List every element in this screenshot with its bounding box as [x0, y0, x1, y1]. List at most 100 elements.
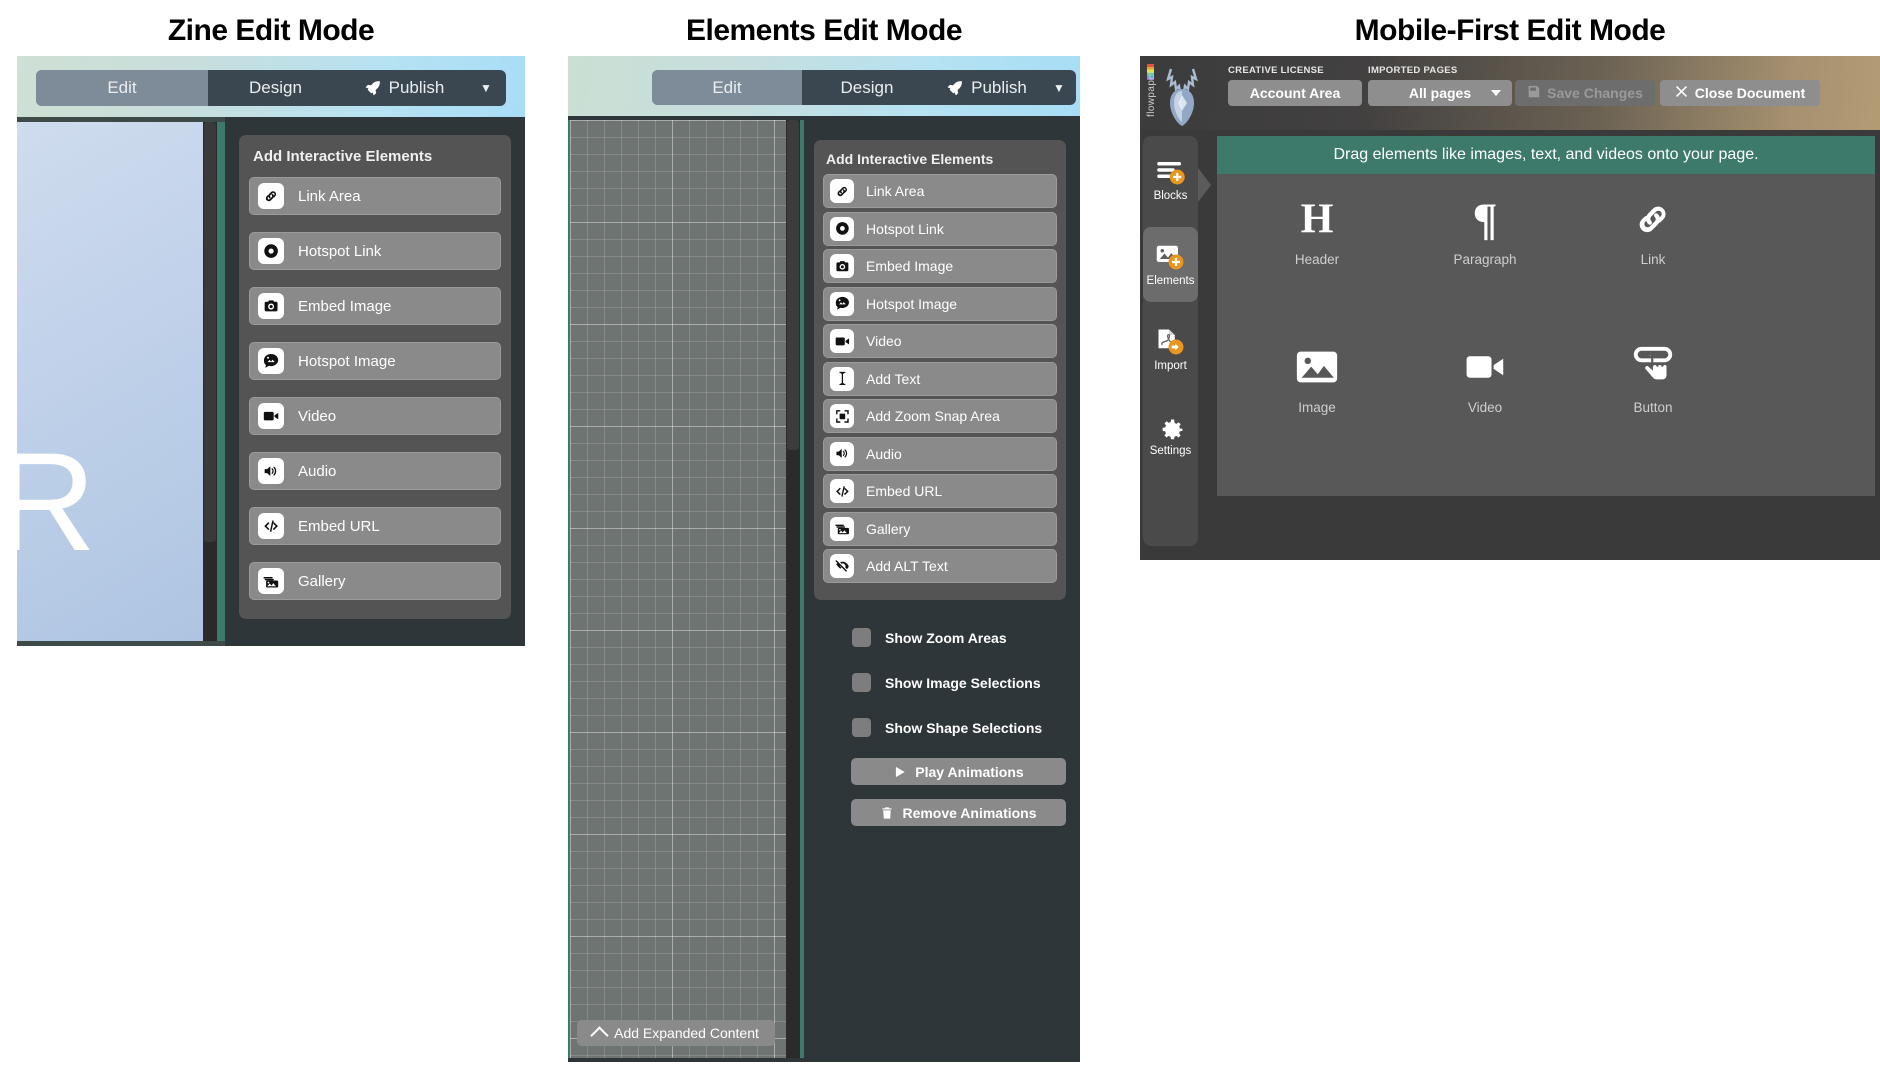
publish-label: Publish: [388, 78, 445, 97]
tab-edit[interactable]: Edit: [652, 70, 802, 105]
pdf-import-icon: [1156, 327, 1186, 357]
element-button-add-text[interactable]: Add Text: [823, 361, 1057, 396]
deer-head-icon: [1166, 68, 1198, 126]
mobile-first-edit-mode-panel: flowpaper CREATIVE LICENSE IMPORTED PAGE…: [1140, 56, 1880, 560]
tab-edit-label: Edit: [712, 77, 742, 97]
element-button-add-zoom-snap-area[interactable]: Add Zoom Snap Area: [823, 399, 1057, 433]
toggle-label: Show Shape Selections: [885, 719, 1043, 736]
brand-name: flowpaper: [1146, 70, 1157, 117]
camera-icon: [258, 293, 284, 319]
palette-item-video[interactable]: Video: [1415, 344, 1555, 415]
element-button-hotspot-link[interactable]: Hotspot Link: [823, 211, 1057, 246]
element-button-label: Video: [298, 407, 337, 425]
tap-button-icon: [1629, 344, 1677, 390]
sidebar-tab-elements[interactable]: Elements: [1143, 227, 1198, 302]
zine-side-panel: Add Interactive Elements Link Area Hotspo…: [225, 117, 525, 646]
save-changes-label: Save Changes: [1547, 85, 1643, 101]
palette-item-paragraph[interactable]: ¶ Paragraph: [1415, 196, 1555, 267]
element-button-hotspot-image[interactable]: Hotspot Image: [823, 286, 1057, 321]
publish-label: Publish: [971, 77, 1027, 97]
element-button-embed-url[interactable]: Embed URL: [249, 507, 501, 545]
zine-topbar: Edit Design Publish ▼: [17, 56, 525, 117]
save-changes-button[interactable]: Save Changes: [1515, 80, 1655, 106]
palette-item-button[interactable]: Button: [1583, 344, 1723, 415]
sidebar-tab-settings[interactable]: Settings: [1143, 397, 1198, 472]
code-icon: [830, 479, 854, 503]
element-button-video[interactable]: Video: [249, 397, 501, 435]
panel-title-zine: Zine Edit Mode: [167, 14, 375, 47]
drag-elements-banner-text: Drag elements like images, text, and vid…: [1333, 146, 1759, 163]
element-button-label: Embed URL: [866, 483, 943, 499]
scrollbar-thumb[interactable]: [787, 120, 799, 450]
checkbox[interactable]: [852, 628, 871, 647]
close-document-button[interactable]: Close Document: [1660, 80, 1820, 106]
chevron-down-icon[interactable]: ▼: [1042, 70, 1076, 105]
hotspot-dot-icon: [258, 238, 284, 264]
element-button-label: Video: [866, 333, 902, 349]
toggle-row-show-shape-selections[interactable]: Show Shape Selections: [852, 718, 1042, 737]
element-button-gallery[interactable]: Gallery: [249, 562, 501, 600]
tab-design[interactable]: Design: [802, 70, 932, 105]
element-button-link-area[interactable]: Link Area: [249, 177, 501, 215]
publish-button[interactable]: Publish: [932, 70, 1042, 105]
remove-animations-button[interactable]: Remove Animations: [851, 799, 1066, 826]
zine-page-preview[interactable]: R: [17, 122, 203, 641]
element-button-label: Hotspot Image: [298, 352, 396, 370]
sidebar-tab-blocks[interactable]: Blocks: [1143, 142, 1198, 217]
elements-grid-canvas[interactable]: [570, 120, 786, 1058]
chevron-down-icon[interactable]: ▼: [466, 70, 506, 106]
element-button-video[interactable]: Video: [823, 324, 1057, 358]
checkbox[interactable]: [852, 673, 871, 692]
element-button-link-area[interactable]: Link Area: [823, 174, 1057, 208]
tab-edit[interactable]: Edit: [36, 70, 208, 106]
play-animations-button[interactable]: Play Animations: [851, 758, 1066, 785]
link-icon: [1629, 196, 1677, 242]
gallery-icon: [830, 516, 854, 541]
palette-item-link[interactable]: Link: [1583, 196, 1723, 267]
element-button-label: Hotspot Link: [298, 242, 382, 260]
element-button-embed-image[interactable]: Embed Image: [823, 249, 1057, 283]
element-button-hotspot-image[interactable]: Hotspot Image: [249, 342, 501, 380]
imported-pages-caption: IMPORTED PAGES: [1368, 65, 1458, 76]
imported-pages-select[interactable]: All pages: [1368, 80, 1512, 106]
element-button-label: Embed Image: [866, 258, 954, 274]
scrollbar-thumb[interactable]: [204, 122, 216, 542]
elements-canvas-frame: Add Expanded Content: [568, 120, 804, 1058]
element-button-audio[interactable]: Audio: [823, 436, 1057, 471]
element-button-add-alt-text[interactable]: Add ALT Text: [823, 549, 1057, 583]
element-button-hotspot-link[interactable]: Hotspot Link: [249, 232, 501, 270]
tab-design[interactable]: Design: [208, 70, 343, 106]
zine-vertical-scrollbar[interactable]: [203, 122, 217, 641]
element-button-label: Hotspot Image: [866, 295, 958, 312]
sidebar-tab-import[interactable]: Import: [1143, 312, 1198, 387]
speaker-icon: [258, 458, 284, 484]
tab-edit-label: Edit: [107, 78, 137, 97]
element-button-label: Embed URL: [298, 517, 380, 535]
element-button-label: Add Zoom Snap Area: [866, 408, 1000, 424]
palette-item-label: Link: [1640, 252, 1666, 267]
element-button-label: Gallery: [298, 572, 346, 590]
blocks-add-icon: [1156, 157, 1186, 187]
sidebar-tab-label: Settings: [1149, 445, 1192, 457]
palette-item-image[interactable]: Image: [1247, 344, 1387, 415]
publish-button[interactable]: Publish: [343, 70, 466, 106]
chevron-down-icon: [1491, 90, 1501, 96]
sidebar-tab-label: Import: [1154, 360, 1187, 372]
element-button-audio[interactable]: Audio: [249, 452, 501, 490]
add-elements-heading: Add Interactive Elements: [826, 151, 994, 167]
checkbox[interactable]: [852, 718, 871, 737]
element-button-gallery[interactable]: Gallery: [823, 511, 1057, 546]
canvas-vertical-scrollbar[interactable]: [786, 120, 800, 1058]
save-disk-icon: [1527, 85, 1540, 101]
palette-item-header[interactable]: H Header: [1247, 196, 1387, 267]
toggle-label: Show Zoom Areas: [885, 629, 1007, 646]
toggle-row-show-image-selections[interactable]: Show Image Selections: [852, 673, 1041, 692]
element-button-embed-url[interactable]: Embed URL: [823, 474, 1057, 508]
add-expanded-content-button[interactable]: Add Expanded Content: [577, 1020, 775, 1046]
palette-item-label: Button: [1633, 400, 1673, 415]
account-area-button[interactable]: Account Area: [1228, 80, 1362, 106]
element-button-embed-image[interactable]: Embed Image: [249, 287, 501, 325]
toggle-row-show-zoom-areas[interactable]: Show Zoom Areas: [852, 628, 1007, 647]
element-button-label: Embed Image: [298, 297, 392, 315]
mobile-first-header: flowpaper CREATIVE LICENSE IMPORTED PAGE…: [1140, 56, 1880, 130]
